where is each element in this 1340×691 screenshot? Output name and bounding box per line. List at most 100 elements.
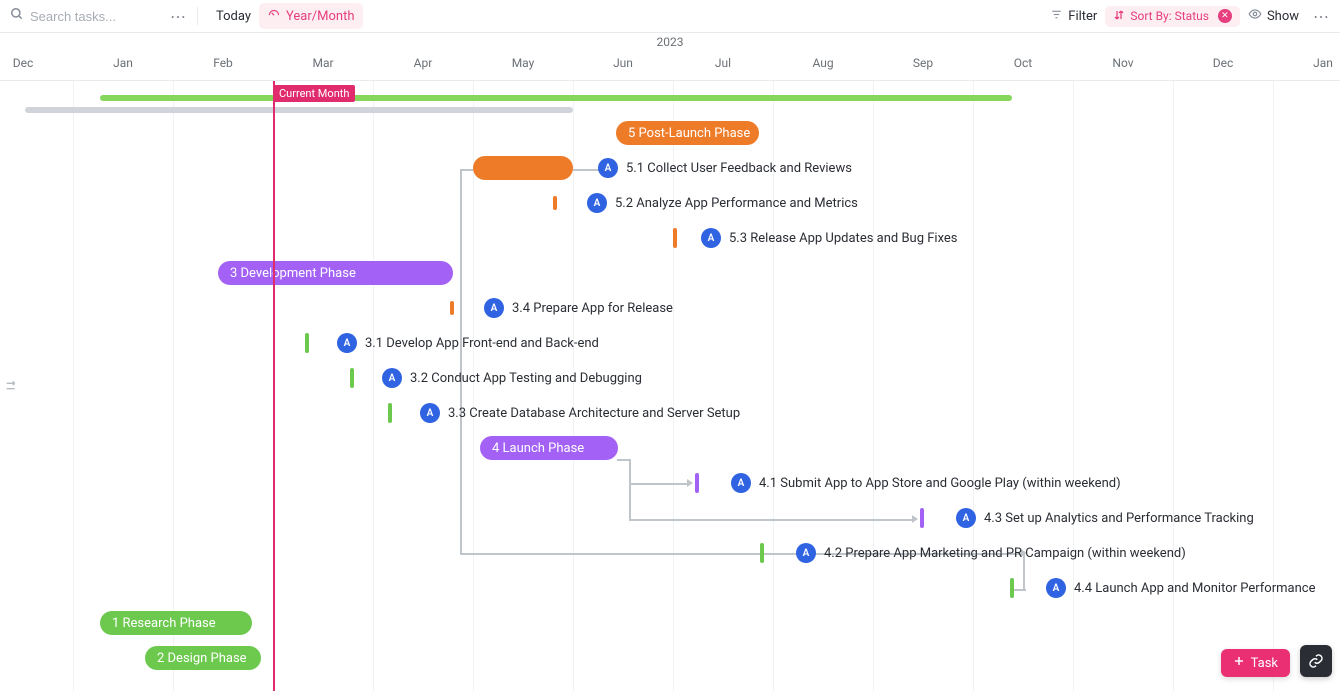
gauge-icon <box>267 7 281 25</box>
summary-bar[interactable] <box>25 107 573 113</box>
avatar[interactable]: A <box>956 508 976 528</box>
months-row: Dec Jan Feb Mar Apr May Jun Jul Aug Sep … <box>0 56 1340 76</box>
eye-icon <box>1248 7 1262 25</box>
task-label: 3.1 Develop App Front-end and Back-end <box>365 336 599 351</box>
task-tick <box>760 543 764 563</box>
avatar[interactable]: A <box>701 228 721 248</box>
month-label: Oct <box>1014 56 1032 70</box>
phase-label: 1 Research Phase <box>112 616 216 631</box>
avatar[interactable]: A <box>1046 578 1066 598</box>
sortby-label: Sort By: Status <box>1130 9 1209 23</box>
phase-post-launch[interactable]: 5 Post-Launch Phase <box>616 121 759 145</box>
toolbar-more-icon[interactable]: ⋯ <box>1313 7 1330 26</box>
current-month-flag: Current Month <box>273 85 355 102</box>
task-label: 4.3 Set up Analytics and Performance Tra… <box>984 511 1254 526</box>
avatar[interactable]: A <box>731 473 751 493</box>
phase-launch[interactable]: 4 Launch Phase <box>480 436 618 460</box>
show-button[interactable]: Show <box>1240 3 1307 29</box>
month-label: Apr <box>414 56 433 70</box>
gridline <box>973 81 974 691</box>
gantt-canvas[interactable]: Current Month 5 Post-Launch Phase A 5.1 … <box>0 81 1340 691</box>
plus-icon <box>1233 655 1245 671</box>
task-label: 3.4 Prepare App for Release <box>512 301 673 316</box>
task-row[interactable]: A 5.3 Release App Updates and Bug Fixes <box>673 226 958 250</box>
avatar[interactable]: A <box>337 333 357 353</box>
new-task-button[interactable]: Task <box>1221 649 1290 677</box>
task-row[interactable]: A 3.3 Create Database Architecture and S… <box>388 401 740 425</box>
task-row[interactable]: A 4.3 Set up Analytics and Performance T… <box>920 506 1254 530</box>
phase-bar[interactable] <box>473 156 573 180</box>
new-task-label: Task <box>1251 656 1278 671</box>
dependency-line <box>460 169 462 555</box>
dependency-line <box>629 459 631 521</box>
task-label: 5.3 Release App Updates and Bug Fixes <box>729 231 958 246</box>
task-tick <box>450 301 454 315</box>
task-row[interactable]: A 4.2 Prepare App Marketing and PR Campa… <box>760 541 1186 565</box>
divider <box>197 7 198 25</box>
task-label: 3.3 Create Database Architecture and Ser… <box>448 406 740 421</box>
dependency-line <box>629 519 914 521</box>
gridline <box>873 81 874 691</box>
task-tick <box>388 403 392 423</box>
month-label: May <box>512 56 535 70</box>
month-label: Mar <box>312 56 333 70</box>
expand-sidebar-icon[interactable] <box>4 378 20 394</box>
phase-label: 5 Post-Launch Phase <box>628 126 750 141</box>
avatar[interactable]: A <box>598 158 618 178</box>
month-label: Aug <box>812 56 833 70</box>
task-label: 4.4 Launch App and Monitor Performance <box>1074 581 1315 596</box>
month-label: Jun <box>613 56 633 70</box>
sortby-chip[interactable]: Sort By: Status ✕ <box>1105 6 1240 27</box>
phase-label: 2 Design Phase <box>157 651 247 666</box>
month-label: Nov <box>1112 56 1133 70</box>
sortby-clear-icon[interactable]: ✕ <box>1218 9 1232 23</box>
sort-icon <box>1113 9 1125 24</box>
link-fab-icon[interactable] <box>1300 645 1332 677</box>
phase-development[interactable]: 3 Development Phase <box>218 261 453 285</box>
summary-bar[interactable] <box>100 95 1012 101</box>
month-label: Jul <box>715 56 731 70</box>
phase-research[interactable]: 1 Research Phase <box>100 611 252 635</box>
task-tick <box>305 333 309 353</box>
task-label: 4.1 Submit App to App Store and Google P… <box>759 476 1121 491</box>
dependency-arrow-icon <box>912 515 918 523</box>
task-tick <box>695 473 699 493</box>
phase-design[interactable]: 2 Design Phase <box>145 646 261 670</box>
filter-icon <box>1050 8 1063 25</box>
avatar[interactable]: A <box>796 543 816 563</box>
task-row[interactable]: A 4.1 Submit App to App Store and Google… <box>695 471 1121 495</box>
filter-button[interactable]: Filter <box>1042 4 1105 29</box>
task-tick <box>553 196 557 210</box>
search-more-icon[interactable]: ⋯ <box>170 7 187 26</box>
avatar[interactable]: A <box>382 368 402 388</box>
month-label: Jan <box>1313 56 1333 70</box>
phase-label: 4 Launch Phase <box>492 441 584 456</box>
search-icon[interactable] <box>10 7 24 25</box>
task-row[interactable]: A 4.4 Launch App and Monitor Performance <box>1010 576 1315 600</box>
zoom-selector[interactable]: Year/Month <box>259 3 363 29</box>
task-row[interactable]: A 3.2 Conduct App Testing and Debugging <box>350 366 642 390</box>
avatar[interactable]: A <box>484 298 504 318</box>
phase-label: 3 Development Phase <box>230 266 356 281</box>
zoom-label: Year/Month <box>286 9 355 24</box>
task-label: 4.2 Prepare App Marketing and PR Campaig… <box>824 546 1186 561</box>
dependency-line <box>629 483 689 485</box>
task-label: 3.2 Conduct App Testing and Debugging <box>410 371 642 386</box>
today-button[interactable]: Today <box>208 5 259 28</box>
avatar[interactable]: A <box>587 193 607 213</box>
task-row[interactable]: A 5.2 Analyze App Performance and Metric… <box>553 191 858 215</box>
task-row[interactable]: A 5.1 Collect User Feedback and Reviews <box>598 156 852 180</box>
current-month-line: Current Month <box>273 81 275 691</box>
dependency-line <box>460 169 473 171</box>
task-label: 5.1 Collect User Feedback and Reviews <box>626 161 852 176</box>
search-input[interactable] <box>30 9 170 24</box>
task-label: 5.2 Analyze App Performance and Metrics <box>615 196 858 211</box>
toolbar: ⋯ Today Year/Month Filter Sort By: Statu… <box>0 0 1340 33</box>
avatar[interactable]: A <box>420 403 440 423</box>
show-label: Show <box>1267 9 1299 24</box>
gridline <box>173 81 174 691</box>
month-label: Feb <box>213 56 233 70</box>
task-row[interactable]: A 3.4 Prepare App for Release <box>450 296 673 320</box>
task-row[interactable]: A 3.1 Develop App Front-end and Back-end <box>305 331 599 355</box>
task-tick <box>350 368 354 388</box>
